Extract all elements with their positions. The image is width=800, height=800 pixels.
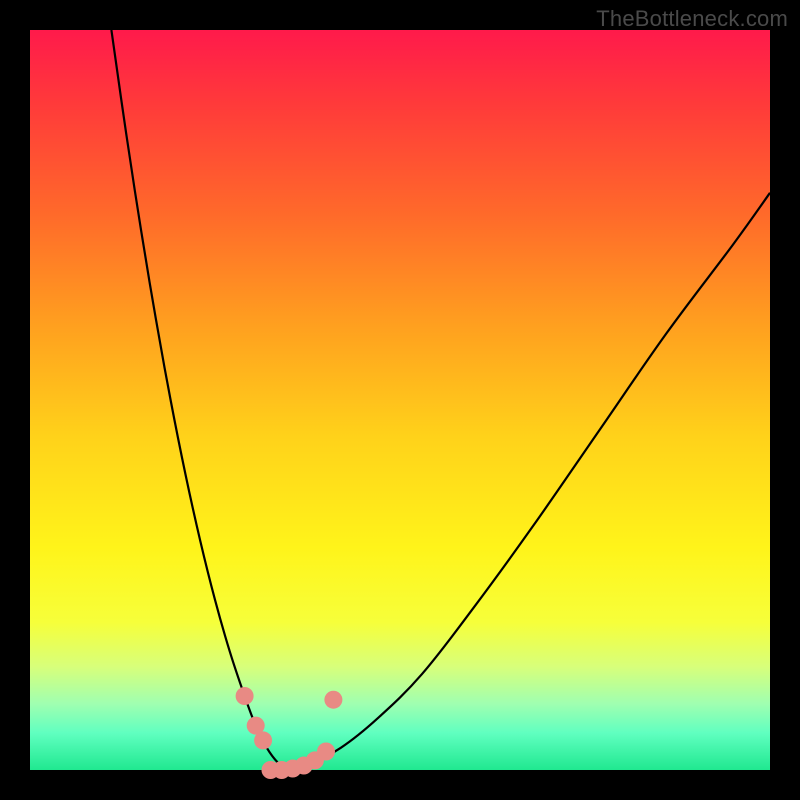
marker-group — [236, 687, 343, 779]
right-curve — [289, 193, 770, 770]
data-marker — [324, 691, 342, 709]
chart-svg — [30, 30, 770, 770]
data-marker — [254, 731, 272, 749]
chart-container: TheBottleneck.com — [0, 0, 800, 800]
left-curve — [111, 30, 289, 770]
plot-area — [30, 30, 770, 770]
data-marker — [262, 761, 280, 779]
data-marker — [236, 687, 254, 705]
watermark-text: TheBottleneck.com — [596, 6, 788, 32]
